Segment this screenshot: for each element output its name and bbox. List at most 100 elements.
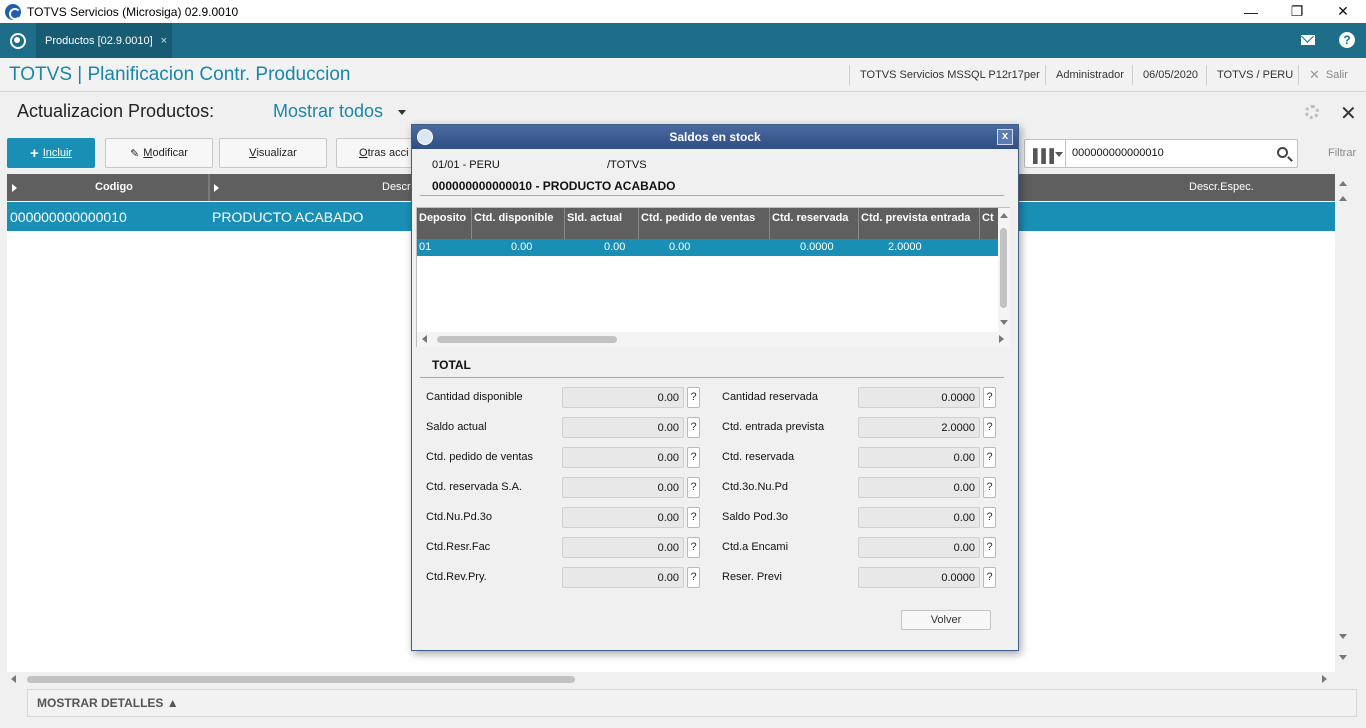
cell-pedido: 0.00 — [669, 241, 691, 253]
totvs-logo-icon[interactable] — [0, 23, 36, 58]
saldo-actual-field[interactable]: 0.00 — [562, 417, 684, 438]
cantidad-reservada-field[interactable]: 0.0000 — [858, 387, 980, 408]
help-icon[interactable]: ? — [983, 537, 996, 558]
help-icon[interactable]: ? — [983, 567, 996, 588]
help-icon[interactable]: ? — [687, 507, 700, 528]
column-header-pedido[interactable]: Ctd. pedido de ventas — [639, 208, 770, 239]
cantidad-disponible-field[interactable]: 0.00 — [562, 387, 684, 408]
grid-vertical-scrollbar[interactable] — [1335, 174, 1352, 672]
reser-previ-field[interactable]: 0.0000 — [858, 567, 980, 588]
ctd-entrada-prevista-field[interactable]: 2.0000 — [858, 417, 980, 438]
scroll-up-icon[interactable] — [1000, 213, 1008, 218]
scroll-down-icon[interactable] — [1339, 634, 1347, 639]
help-icon[interactable]: ? — [983, 387, 996, 408]
incluir-button[interactable]: + Incluir — [7, 138, 95, 168]
scroll-up-icon[interactable] — [1339, 196, 1347, 201]
help-icon[interactable]: ? — [687, 387, 700, 408]
product-label: 000000000000010 - PRODUCTO ACABADO — [432, 179, 676, 193]
scroll-top-icon[interactable] — [1339, 181, 1347, 186]
column-header-codigo[interactable]: Codigo — [95, 174, 133, 201]
close-browse-button[interactable]: ✕ — [1340, 101, 1357, 126]
scroll-bottom-icon[interactable] — [1339, 655, 1347, 660]
visualizar-label-first: V — [249, 147, 257, 159]
mostrar-detalles-toggle[interactable]: MOSTRAR DETALLES ▲ — [27, 689, 1357, 717]
chevron-down-icon[interactable] — [1055, 152, 1063, 157]
help-icon[interactable]: ? — [983, 417, 996, 438]
field-label: Cantidad disponible — [426, 391, 523, 403]
visualizar-button[interactable]: Visualizar — [219, 138, 327, 168]
tab-bar: Productos [02.9.0010] × ? — [0, 23, 1366, 58]
ctd-reservada-field[interactable]: 0.00 — [858, 447, 980, 468]
close-window-button[interactable]: ✕ — [1320, 0, 1366, 23]
gear-icon[interactable] — [1305, 105, 1319, 119]
scroll-right-icon[interactable] — [999, 335, 1004, 343]
otras-label-first: O — [359, 147, 368, 159]
field-label: Ctd.Rev.Pry. — [426, 571, 487, 583]
scrollbar-thumb[interactable] — [27, 676, 575, 683]
saldos-stock-dialog: Saldos en stock x 01/01 - PERU /TOTVS 00… — [411, 124, 1019, 651]
help-icon[interactable]: ? — [687, 537, 700, 558]
scrollbar-thumb[interactable] — [437, 336, 617, 343]
scrollbar-thumb[interactable] — [1000, 228, 1007, 308]
help-icon[interactable]: ? — [687, 417, 700, 438]
scroll-right-icon[interactable] — [1322, 675, 1327, 683]
help-icon[interactable]: ? — [983, 447, 996, 468]
chevron-down-icon[interactable] — [398, 110, 406, 115]
scroll-left-icon[interactable] — [422, 335, 427, 343]
ctd-3o-nu-pd-field[interactable]: 0.00 — [858, 477, 980, 498]
cell-descripcion: PRODUCTO ACABADO — [212, 209, 364, 225]
help-icon[interactable]: ? — [687, 447, 700, 468]
field-label: Ctd. reservada — [722, 451, 795, 463]
modificar-button[interactable]: ✎ Modificar — [105, 138, 213, 168]
field-label: Ctd. reservada S.A. — [426, 481, 522, 493]
columns-icon[interactable]: ▌▌▌ — [1033, 148, 1059, 163]
table-row[interactable]: 01 0.00 0.00 0.00 0.0000 2.0000 — [417, 239, 999, 256]
field-label: Saldo Pod.3o — [722, 511, 789, 523]
ctd-rev-pry-field[interactable]: 0.00 — [562, 567, 684, 588]
search-input[interactable]: 000000000000010 — [1072, 147, 1164, 159]
ctd-pedido-ventas-field[interactable]: 0.00 — [562, 447, 684, 468]
column-header-actual[interactable]: Sld. actual — [565, 208, 639, 239]
dialog-close-button[interactable]: x — [997, 129, 1013, 145]
column-header-descr-espec[interactable]: Descr.Espec. — [1189, 174, 1254, 201]
tab-close-icon[interactable]: × — [161, 35, 167, 47]
help-icon[interactable]: ? — [1339, 32, 1355, 48]
filtrar-link[interactable]: Filtrar — [1328, 147, 1356, 159]
stock-grid: Deposito Ctd. disponible Sld. actual Ctd… — [416, 207, 1010, 347]
saldo-pod-3o-field[interactable]: 0.00 — [858, 507, 980, 528]
cell-disponible: 0.00 — [511, 241, 533, 253]
column-header-disponible[interactable]: Ctd. disponible — [472, 208, 565, 239]
volver-button[interactable]: Volver — [901, 610, 991, 630]
divider — [420, 195, 1004, 196]
ctd-nu-pd-3o-field[interactable]: 0.00 — [562, 507, 684, 528]
ctd-resr-fac-field[interactable]: 0.00 — [562, 537, 684, 558]
ctd-reservada-sa-field[interactable]: 0.00 — [562, 477, 684, 498]
column-header-descr[interactable]: Descr — [382, 174, 411, 201]
column-header-deposito[interactable]: Deposito — [417, 208, 472, 239]
restore-button[interactable]: ❐ — [1274, 0, 1320, 23]
scroll-left-icon[interactable] — [11, 675, 16, 683]
column-header-prevista[interactable]: Ctd. prevista entrada — [859, 208, 980, 239]
help-icon[interactable]: ? — [687, 477, 700, 498]
column-header-reservada[interactable]: Ctd. reservada — [770, 208, 859, 239]
minimize-button[interactable]: — — [1228, 0, 1274, 23]
dialog-title: Saldos en stock — [669, 130, 761, 144]
search-box[interactable]: ▌▌▌ 000000000000010 — [1024, 139, 1298, 168]
grid-horizontal-scrollbar[interactable] — [7, 672, 1335, 686]
help-icon[interactable]: ? — [983, 507, 996, 528]
ctd-a-encami-field[interactable]: 0.00 — [858, 537, 980, 558]
stock-grid-horizontal-scrollbar[interactable] — [417, 332, 1010, 347]
column-header-more[interactable]: Ct — [980, 208, 999, 239]
tab-productos[interactable]: Productos [02.9.0010] × — [36, 23, 172, 58]
otras-acciones-button[interactable]: Otras acci — [336, 138, 412, 168]
scroll-down-icon[interactable] — [1000, 320, 1008, 325]
help-icon[interactable]: ? — [983, 477, 996, 498]
filter-select[interactable]: Mostrar todos — [273, 101, 383, 122]
stock-grid-vertical-scrollbar[interactable] — [998, 208, 1010, 332]
cell-codigo: 000000000000010 — [10, 209, 127, 225]
search-icon[interactable] — [1277, 147, 1288, 158]
help-icon[interactable]: ? — [687, 567, 700, 588]
mail-icon[interactable] — [1297, 32, 1319, 48]
exit-button[interactable]: ✕ Salir — [1298, 65, 1358, 85]
tab-label: Productos [02.9.0010] — [45, 34, 153, 47]
